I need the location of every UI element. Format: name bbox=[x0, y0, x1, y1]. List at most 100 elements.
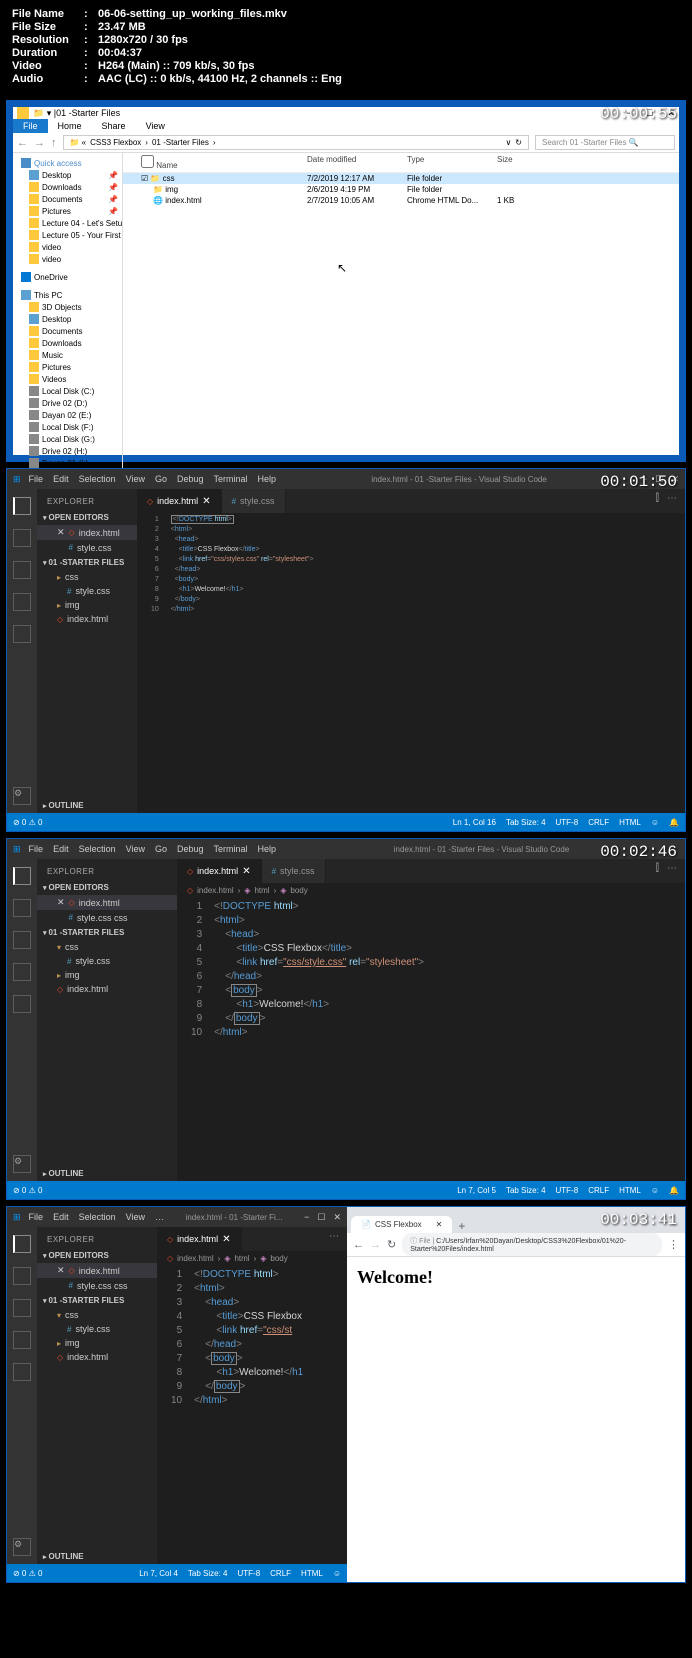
browser-tab[interactable]: 📄CSS Flexbox✕ bbox=[351, 1216, 452, 1233]
outline-section[interactable]: OUTLINE bbox=[37, 1166, 177, 1181]
open-editor-item[interactable]: ✕ # style.css css bbox=[37, 910, 177, 925]
new-tab-button[interactable]: + bbox=[452, 1219, 471, 1233]
titlebar[interactable]: ⊞ File Edit Selection View Go Debug Term… bbox=[7, 469, 685, 489]
status-cursor[interactable]: Ln 7, Col 4 bbox=[139, 1569, 178, 1578]
titlebar[interactable]: ⊞ File Edit Selection View Go Debug Term… bbox=[7, 839, 685, 859]
code-editor[interactable]: 12345678910 <!DOCTYPE html> <html> <head… bbox=[177, 898, 685, 1181]
explorer-icon[interactable] bbox=[13, 1235, 31, 1253]
more-icon[interactable]: ⋯ bbox=[667, 493, 677, 509]
more-icon[interactable]: ⋯ bbox=[667, 863, 677, 879]
file-item[interactable]: # style.css bbox=[37, 954, 177, 968]
folder-item[interactable]: ▾ css bbox=[37, 1308, 157, 1322]
menu-help[interactable]: Help bbox=[258, 844, 277, 854]
reload-button[interactable]: ↻ bbox=[387, 1238, 396, 1251]
project-section[interactable]: 01 -STARTER FILES bbox=[37, 925, 177, 940]
code-editor[interactable]: 12345678910 <!DOCTYPE html> <html> <head… bbox=[157, 1266, 347, 1564]
sidebar-item[interactable]: Dayan 02 (E:) bbox=[13, 409, 122, 421]
up-button[interactable]: ↑ bbox=[51, 137, 57, 149]
sidebar-item[interactable]: Local Disk (G:) bbox=[13, 433, 122, 445]
sidebar-item[interactable]: Downloads bbox=[13, 337, 122, 349]
sidebar-item[interactable]: 3D Objects bbox=[13, 301, 122, 313]
menu-go[interactable]: Go bbox=[155, 844, 167, 854]
this-pc[interactable]: This PC bbox=[13, 289, 122, 301]
forward-button[interactable]: → bbox=[370, 1239, 381, 1251]
status-eol[interactable]: CRLF bbox=[588, 818, 609, 827]
folder-item[interactable]: ▸ img bbox=[37, 968, 177, 982]
settings-icon[interactable]: ⚙ bbox=[13, 1155, 31, 1173]
sidebar-item[interactable]: Pictures bbox=[13, 361, 122, 373]
titlebar[interactable]: ⊞ File Edit Selection View … index.html … bbox=[7, 1207, 347, 1227]
file-item[interactable]: ◇ index.html bbox=[37, 612, 137, 626]
more-icon[interactable]: ⋯ bbox=[329, 1231, 339, 1247]
status-eol[interactable]: CRLF bbox=[588, 1186, 609, 1195]
open-editors-section[interactable]: OPEN EDITORS bbox=[37, 510, 137, 525]
search-icon[interactable] bbox=[13, 529, 31, 547]
menu-file[interactable]: File bbox=[29, 844, 44, 854]
file-tab[interactable]: File bbox=[13, 119, 48, 133]
open-editor-item[interactable]: ✕ ◇ index.html bbox=[37, 525, 137, 540]
menu-selection[interactable]: Selection bbox=[79, 474, 116, 484]
explorer-icon[interactable] bbox=[13, 867, 31, 885]
menu-more[interactable]: … bbox=[155, 1212, 164, 1222]
status-tabsize[interactable]: Tab Size: 4 bbox=[506, 1186, 546, 1195]
close-tab-icon[interactable]: ✕ bbox=[436, 1220, 443, 1229]
menu-file[interactable]: File bbox=[29, 1212, 44, 1222]
onedrive[interactable]: OneDrive bbox=[13, 271, 122, 283]
file-item[interactable]: ◇ index.html bbox=[37, 1350, 157, 1364]
sidebar-item[interactable]: Videos bbox=[13, 373, 122, 385]
sidebar-item[interactable]: video bbox=[13, 241, 122, 253]
sidebar-item[interactable]: Lecture 05 - Your First Fle bbox=[13, 229, 122, 241]
close-button[interactable]: ✕ bbox=[333, 1212, 341, 1223]
code-editor[interactable]: 12345678910 <!DOCTYPE html> <html> <head… bbox=[137, 513, 685, 813]
search-box[interactable]: Search 01 -Starter Files 🔍 bbox=[535, 135, 675, 150]
close-tab-icon[interactable]: ✕ bbox=[202, 496, 210, 507]
status-eol[interactable]: CRLF bbox=[270, 1569, 291, 1578]
view-tab[interactable]: View bbox=[136, 119, 175, 133]
status-feedback-icon[interactable]: ☺ bbox=[651, 818, 659, 827]
share-tab[interactable]: Share bbox=[92, 119, 136, 133]
sidebar-item[interactable]: Downloads📌 bbox=[13, 181, 122, 193]
extensions-icon[interactable] bbox=[13, 625, 31, 643]
open-editors-section[interactable]: OPEN EDITORS bbox=[37, 880, 177, 895]
source-control-icon[interactable] bbox=[13, 931, 31, 949]
extensions-icon[interactable] bbox=[13, 995, 31, 1013]
project-section[interactable]: 01 -STARTER FILES bbox=[37, 555, 137, 570]
status-language[interactable]: HTML bbox=[619, 818, 641, 827]
code-lines[interactable]: <!DOCTYPE html> <html> <head> <title>CSS… bbox=[167, 513, 685, 813]
project-section[interactable]: 01 -STARTER FILES bbox=[37, 1293, 157, 1308]
sidebar-item[interactable]: Documents bbox=[13, 325, 122, 337]
menu-edit[interactable]: Edit bbox=[53, 844, 69, 854]
open-editors-section[interactable]: OPEN EDITORS bbox=[37, 1248, 157, 1263]
folder-item[interactable]: ▸ img bbox=[37, 598, 137, 612]
status-feedback-icon[interactable]: ☺ bbox=[651, 1186, 659, 1195]
status-tabsize[interactable]: Tab Size: 4 bbox=[188, 1569, 228, 1578]
forward-button[interactable]: → bbox=[34, 137, 45, 149]
open-editor-item[interactable]: ✕ ◇ index.html bbox=[37, 895, 177, 910]
status-bell-icon[interactable]: 🔔 bbox=[669, 818, 679, 827]
column-headers[interactable]: Name Date modified Type Size bbox=[123, 153, 679, 173]
search-icon[interactable] bbox=[13, 1267, 31, 1285]
status-problems[interactable]: ⊘ 0 ⚠ 0 bbox=[13, 818, 42, 827]
status-bell-icon[interactable]: 🔔 bbox=[669, 1186, 679, 1195]
file-row[interactable]: 🌐 index.html 2/7/2019 10:05 AM Chrome HT… bbox=[123, 195, 679, 206]
back-button[interactable]: ← bbox=[353, 1239, 364, 1251]
menu-edit[interactable]: Edit bbox=[53, 1212, 69, 1222]
sidebar-item[interactable]: Music bbox=[13, 349, 122, 361]
open-editor-item[interactable]: ✕ ◇ index.html bbox=[37, 1263, 157, 1278]
sidebar-item[interactable]: Pictures📌 bbox=[13, 205, 122, 217]
address-bar[interactable]: ⓘ File | C:/Users/Irfan%20Dayan/Desktop/… bbox=[402, 1233, 662, 1256]
status-cursor[interactable]: Ln 1, Col 16 bbox=[453, 818, 496, 827]
status-encoding[interactable]: UTF-8 bbox=[556, 1186, 579, 1195]
menu-view[interactable]: View bbox=[126, 844, 145, 854]
status-feedback-icon[interactable]: ☺ bbox=[333, 1569, 341, 1578]
explorer-icon[interactable] bbox=[13, 497, 31, 515]
tab-index-html[interactable]: ◇index.html✕ bbox=[157, 1227, 242, 1251]
split-editor-icon[interactable]: ⫿ bbox=[656, 493, 659, 509]
debug-icon[interactable] bbox=[13, 593, 31, 611]
sidebar-item[interactable]: video bbox=[13, 253, 122, 265]
sidebar-item[interactable]: Local Disk (C:) bbox=[13, 385, 122, 397]
search-icon[interactable] bbox=[13, 899, 31, 917]
status-language[interactable]: HTML bbox=[619, 1186, 641, 1195]
menu-edit[interactable]: Edit bbox=[53, 474, 69, 484]
folder-item[interactable]: ▸ css bbox=[37, 570, 137, 584]
